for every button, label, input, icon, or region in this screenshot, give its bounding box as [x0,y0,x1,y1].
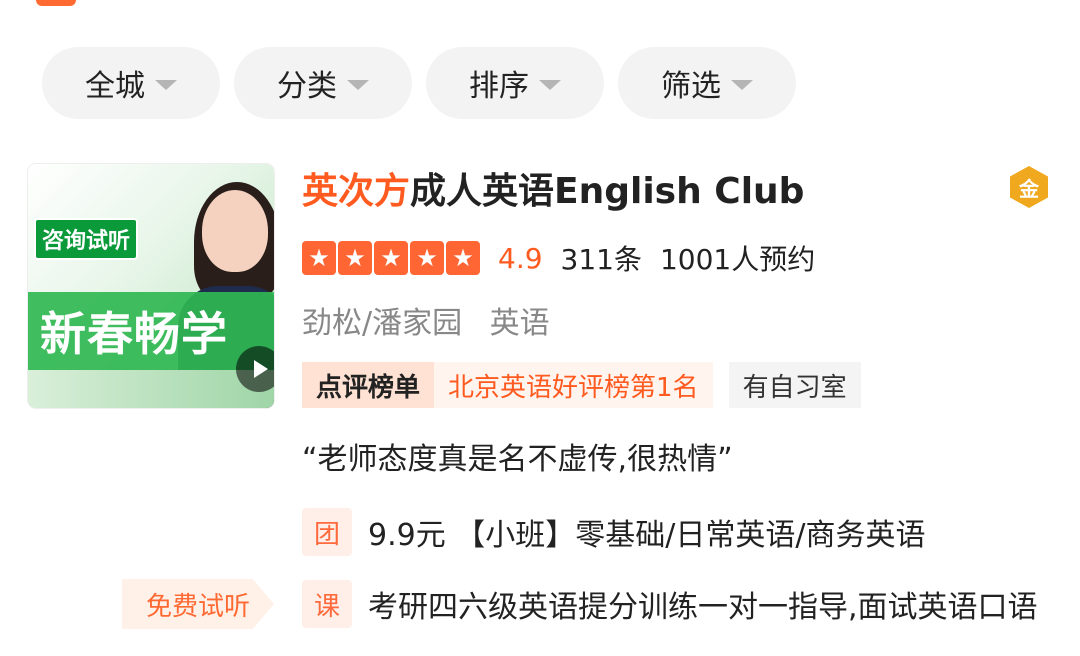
free-trial-button[interactable]: 免费试听 [122,579,274,629]
filter-sort-label: 排序 [469,69,529,104]
play-icon[interactable] [236,346,274,392]
star-icon: ★ [374,241,408,275]
tags-row: 点评榜单 北京英语好评榜第1名 有自习室 [302,362,861,408]
gold-medal-icon: 金 [1010,166,1048,208]
thumbnail-consult-badge: 咨询试听 [34,218,139,260]
category-label: 英语 [489,306,550,341]
deal-text: 考研四六级英语提分训练一对一指导,面试英语口语 [368,590,1038,625]
star-icon: ★ [302,241,336,275]
star-rating: ★ ★ ★ ★ ★ [302,241,480,275]
ranking-tag-label: 点评榜单 [302,362,435,408]
filter-category-label: 分类 [277,69,337,104]
thumbnail-banner-text: 新春畅学 [40,307,228,361]
filter-sort[interactable]: 排序 [426,47,604,119]
star-icon: ★ [446,241,480,275]
caret-down-icon [347,80,369,90]
star-icon: ★ [338,241,372,275]
deal-row-course[interactable]: 课 考研四六级英语提分训练一对一指导,面试英语口语 [302,580,1048,628]
booking-count: 1001人预约 [659,243,816,276]
deal-row-group[interactable]: 团 9.9元 【小班】零基础/日常英语/商务英语 [302,508,925,556]
listing-title-rest: 成人英语English Club [410,171,805,212]
rating-score: 4.9 [498,241,543,275]
location-row: 劲松/潘家园 英语 [302,298,550,342]
deal-text: 9.9元 【小班】零基础/日常英语/商务英语 [368,518,926,553]
district-label: 劲松/潘家园 [302,306,463,341]
caret-down-icon [155,80,177,90]
listing-title[interactable]: 英次方成人英语English Club [302,162,804,214]
filter-bar: 全城 分类 排序 筛选 [42,47,796,119]
thumbnail-person-face [202,190,268,272]
filter-city-label: 全城 [85,69,145,104]
app-logo [36,0,76,6]
caret-down-icon [731,80,753,90]
ranking-tag-value: 北京英语好评榜第1名 [434,362,713,408]
course-icon: 课 [302,580,352,628]
listing-brand: 英次方 [302,171,411,212]
review-quote: “老师态度真是名不虚传,很热情” [302,442,733,477]
filter-more-label: 筛选 [661,69,721,104]
caret-down-icon [539,80,561,90]
ranking-tag[interactable]: 点评榜单 北京英语好评榜第1名 [302,362,713,408]
feature-tag: 有自习室 [728,362,861,408]
filter-category[interactable]: 分类 [234,47,412,119]
filter-more[interactable]: 筛选 [618,47,796,119]
review-count: 311条 [560,243,642,276]
star-icon: ★ [410,241,444,275]
filter-city[interactable]: 全城 [42,47,220,119]
rating-row: ★ ★ ★ ★ ★ 4.9 311条 1001人预约 [302,238,815,278]
top-header [0,0,1080,20]
listing-thumbnail[interactable]: 咨询试听 新春畅学 [28,164,274,408]
group-deal-icon: 团 [302,508,352,556]
